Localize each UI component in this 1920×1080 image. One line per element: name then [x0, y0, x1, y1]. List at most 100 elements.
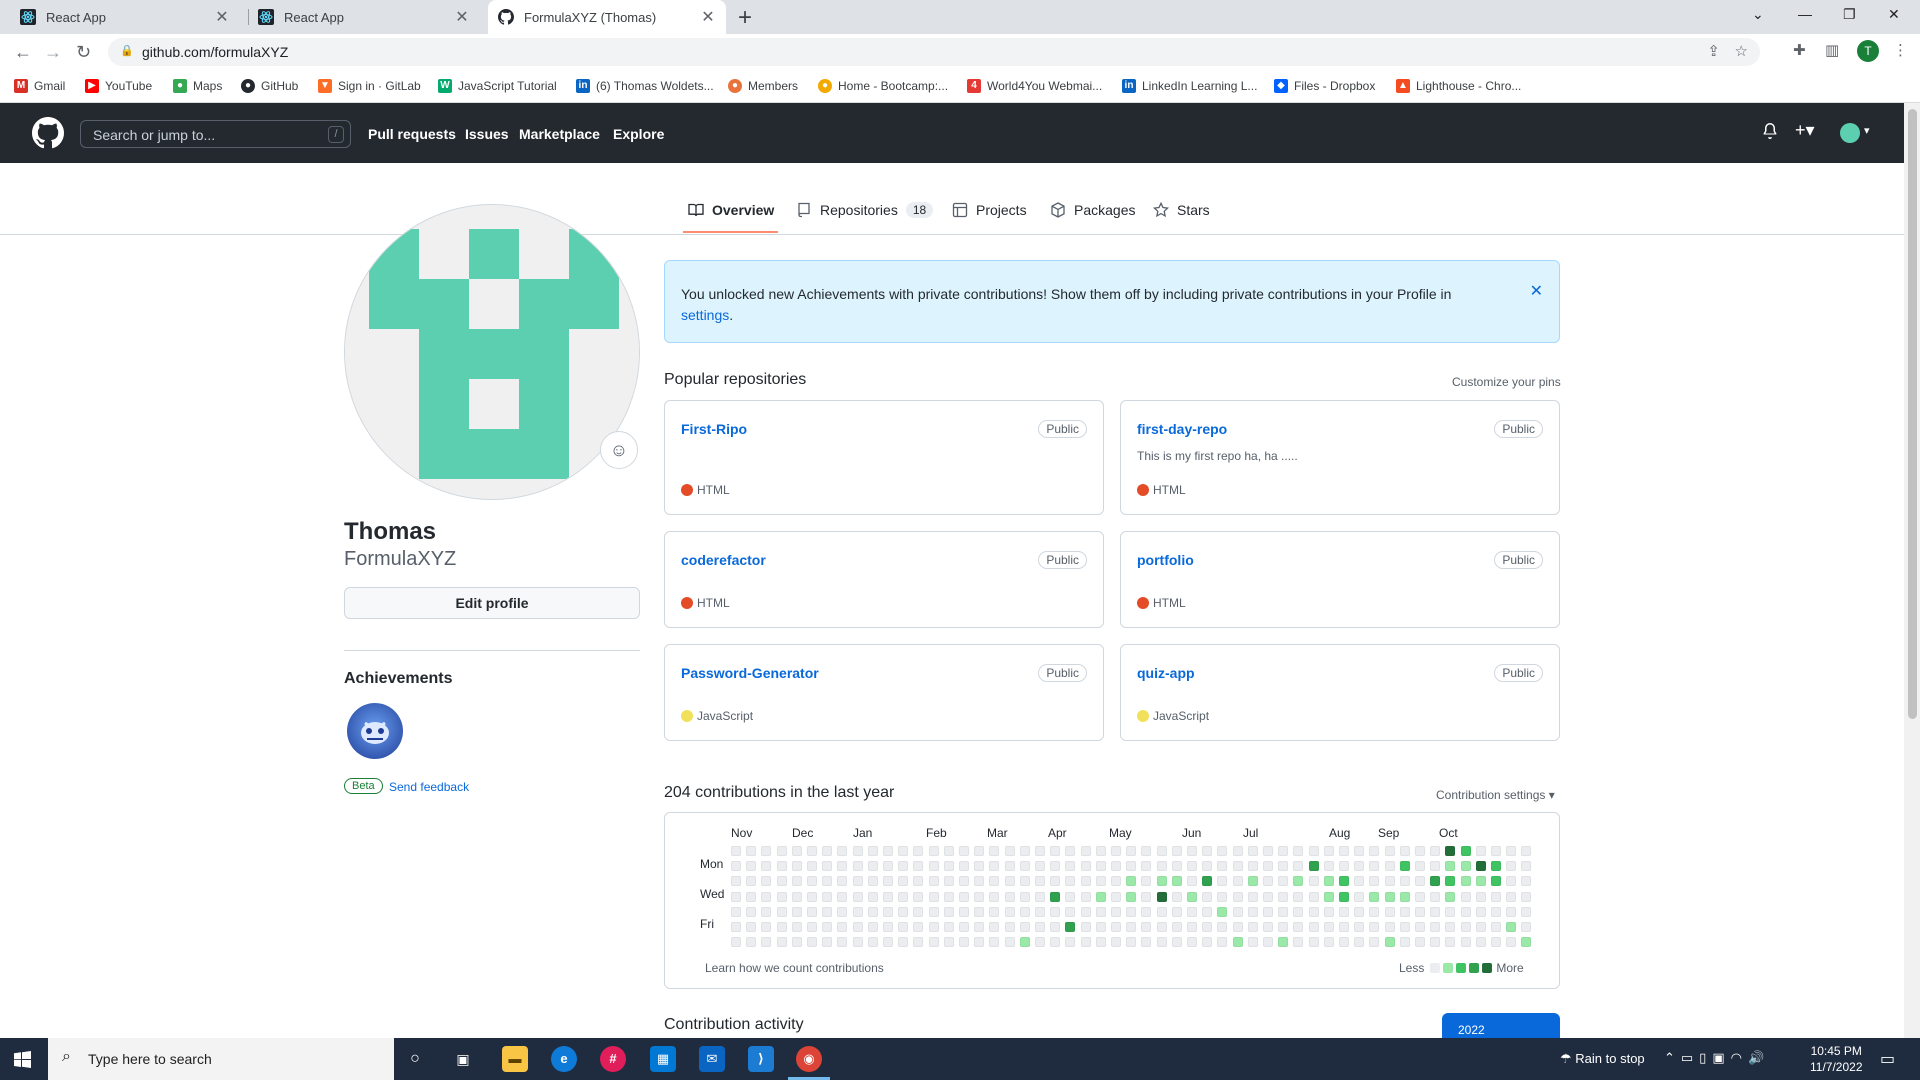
contribution-day-cell[interactable] [1323, 922, 1334, 932]
contribution-day-cell[interactable] [974, 922, 985, 932]
contribution-day-cell[interactable] [776, 922, 787, 932]
contribution-day-cell[interactable] [1187, 876, 1197, 887]
contribution-day-cell[interactable] [1263, 876, 1273, 887]
contribution-day-cell[interactable] [1126, 876, 1137, 887]
browser-profile-avatar[interactable]: T [1857, 40, 1879, 62]
contribution-day-cell[interactable] [1004, 846, 1015, 856]
contribution-day-cell[interactable] [1247, 876, 1258, 887]
contribution-day-cell[interactable] [943, 846, 954, 856]
contribution-day-cell[interactable] [761, 861, 772, 872]
edit-profile-button[interactable]: Edit profile [344, 587, 640, 619]
new-tab-button[interactable]: + [738, 4, 752, 32]
contribution-day-cell[interactable] [1445, 922, 1456, 932]
system-clock[interactable]: 10:45 PM 11/7/2022 [1810, 1043, 1863, 1075]
repo-name-link[interactable]: quiz-app [1137, 665, 1195, 681]
bookmark-item[interactable]: in LinkedIn Learning L... [1122, 79, 1257, 93]
mail-icon[interactable]: ✉ [699, 1046, 725, 1072]
contribution-day-cell[interactable] [761, 876, 772, 887]
contribution-day-cell[interactable] [1384, 876, 1395, 887]
contribution-day-cell[interactable] [1202, 846, 1213, 856]
contribution-day-cell[interactable] [898, 922, 909, 932]
contribution-day-cell[interactable] [1475, 846, 1486, 856]
contribution-day-cell[interactable] [852, 891, 863, 902]
contribution-day-cell[interactable] [1430, 891, 1441, 902]
contribution-day-cell[interactable] [1232, 922, 1243, 932]
contribution-day-cell[interactable] [1354, 906, 1365, 917]
contribution-day-cell[interactable] [1521, 922, 1532, 932]
contribution-day-cell[interactable] [1095, 937, 1106, 948]
contribution-day-cell[interactable] [731, 846, 741, 856]
contribution-day-cell[interactable] [989, 846, 1000, 856]
contribution-day-cell[interactable] [791, 861, 802, 872]
contribution-day-cell[interactable] [1415, 846, 1425, 856]
forward-icon[interactable]: → [44, 42, 62, 63]
repo-name-link[interactable]: portfolio [1137, 552, 1194, 568]
contribution-day-cell[interactable] [1080, 861, 1091, 872]
contribution-day-cell[interactable] [822, 906, 833, 917]
create-new-plus-icon[interactable]: +▾ [1795, 120, 1815, 141]
contribution-day-cell[interactable] [807, 891, 817, 902]
cortana-icon[interactable]: ○ [402, 1046, 428, 1072]
contribution-day-cell[interactable] [776, 906, 787, 917]
contribution-day-cell[interactable] [1232, 861, 1243, 872]
contribution-day-cell[interactable] [1187, 906, 1197, 917]
tab-repositories[interactable]: Repositories 18 [796, 202, 934, 218]
contribution-day-cell[interactable] [837, 922, 848, 932]
close-icon[interactable]: ✕ [212, 7, 232, 27]
tab-projects[interactable]: Projects [952, 202, 1027, 218]
contribution-day-cell[interactable] [1369, 891, 1380, 902]
taskbar-search-box[interactable]: ⌕ Type here to search [48, 1038, 394, 1080]
bookmark-item[interactable]: M Gmail [14, 79, 65, 93]
contribution-day-cell[interactable] [928, 846, 939, 856]
contribution-day-cell[interactable] [746, 906, 757, 917]
vscode-icon[interactable]: ⟩ [748, 1046, 774, 1072]
contribution-day-cell[interactable] [1415, 906, 1425, 917]
contribution-day-cell[interactable] [731, 876, 741, 887]
chrome-icon[interactable]: ◉ [796, 1046, 822, 1072]
contribution-day-cell[interactable] [746, 846, 757, 856]
tab-search-icon[interactable]: ⌄ [1752, 6, 1764, 23]
contribution-day-cell[interactable] [1247, 906, 1258, 917]
contribution-day-cell[interactable] [1050, 937, 1061, 948]
contribution-day-cell[interactable] [1415, 937, 1425, 948]
contribution-day-cell[interactable] [1323, 906, 1334, 917]
contribution-day-cell[interactable] [1141, 876, 1152, 887]
browser-tab[interactable]: React App ✕ [0, 0, 240, 34]
contribution-day-cell[interactable] [1293, 861, 1304, 872]
learn-contributions-link[interactable]: Learn how we count contributions [705, 961, 884, 975]
bookmark-item[interactable]: ● GitHub [241, 79, 298, 93]
contribution-day-cell[interactable] [883, 846, 893, 856]
contribution-day-cell[interactable] [1278, 861, 1289, 872]
contribution-day-cell[interactable] [1278, 846, 1289, 856]
system-tray[interactable]: ⌃▭▯▣◠🔊 [1664, 1050, 1770, 1066]
repo-name-link[interactable]: Password-Generator [681, 665, 819, 681]
contribution-day-cell[interactable] [746, 876, 757, 887]
contribution-day-cell[interactable] [852, 846, 863, 856]
contribution-day-cell[interactable] [1035, 861, 1045, 872]
contribution-day-cell[interactable] [1202, 922, 1213, 932]
contribution-day-cell[interactable] [1187, 937, 1197, 948]
nav-issues[interactable]: Issues [465, 126, 509, 142]
contribution-day-cell[interactable] [1506, 861, 1517, 872]
contribution-day-cell[interactable] [731, 861, 741, 872]
contribution-day-cell[interactable] [898, 937, 909, 948]
contribution-day-cell[interactable] [1080, 846, 1091, 856]
contribution-day-cell[interactable] [1126, 861, 1137, 872]
contribution-day-cell[interactable] [1369, 876, 1380, 887]
contribution-day-cell[interactable] [1095, 846, 1106, 856]
contribution-day-cell[interactable] [913, 891, 924, 902]
contribution-day-cell[interactable] [1217, 876, 1228, 887]
contribution-day-cell[interactable] [1506, 906, 1517, 917]
contribution-day-cell[interactable] [1263, 891, 1273, 902]
contribution-day-cell[interactable] [1323, 846, 1334, 856]
contribution-day-cell[interactable] [837, 846, 848, 856]
close-icon[interactable]: ✕ [698, 7, 718, 27]
contribution-day-cell[interactable] [913, 846, 924, 856]
contribution-day-cell[interactable] [913, 876, 924, 887]
contribution-day-cell[interactable] [1415, 922, 1425, 932]
contribution-day-cell[interactable] [974, 891, 985, 902]
contribution-day-cell[interactable] [1019, 906, 1030, 917]
contribution-day-cell[interactable] [1475, 906, 1486, 917]
contribution-day-cell[interactable] [1019, 876, 1030, 887]
contribution-day-cell[interactable] [1232, 891, 1243, 902]
